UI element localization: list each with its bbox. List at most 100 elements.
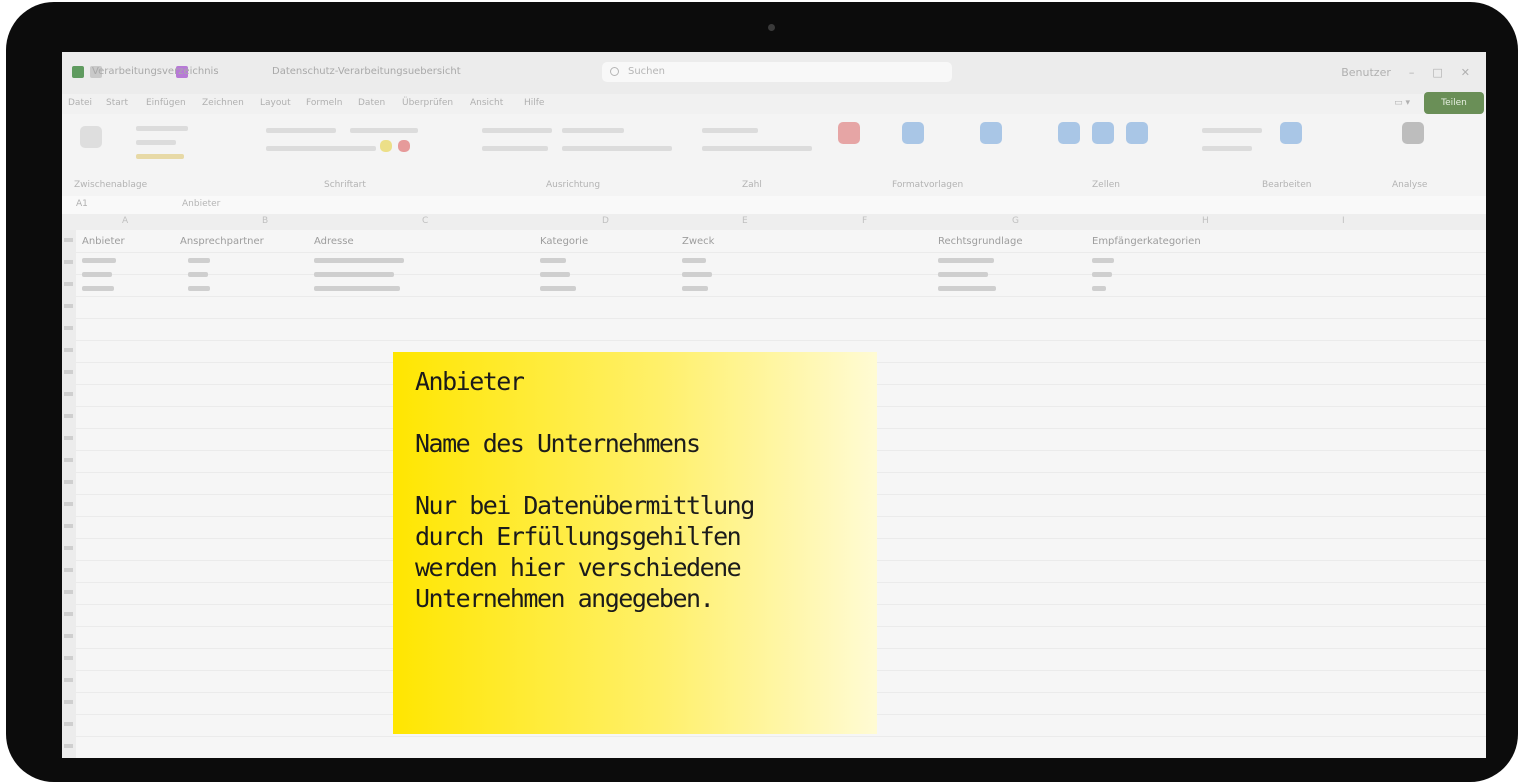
column-letter[interactable]: H bbox=[1202, 216, 1209, 226]
tab-review[interactable]: Überprüfen bbox=[402, 98, 453, 108]
ribbon: Zwischenablage Schriftart Ausrichtung Za… bbox=[62, 114, 1486, 196]
column-letter[interactable]: A bbox=[122, 216, 128, 226]
autosave-label: Verarbeitungsverzeichnis bbox=[92, 66, 219, 77]
search-box[interactable]: Suchen bbox=[602, 62, 952, 82]
column-letter[interactable]: G bbox=[1012, 216, 1019, 226]
camera-dot bbox=[768, 24, 775, 31]
window-controls: Benutzer – □ ✕ bbox=[1341, 66, 1470, 79]
ribbon-group-label: Formatvorlagen bbox=[892, 180, 964, 190]
cell-value[interactable] bbox=[540, 286, 576, 291]
note-line: durch Erfüllungsgehilfen bbox=[415, 522, 742, 551]
cell-value[interactable] bbox=[1092, 286, 1106, 291]
header-cell-purpose[interactable]: Zweck bbox=[682, 236, 714, 247]
restore-icon[interactable]: □ bbox=[1432, 66, 1442, 79]
tab-layout[interactable]: Layout bbox=[260, 98, 291, 108]
comments-icon[interactable]: ▭ ▾ bbox=[1394, 98, 1410, 108]
cell-value[interactable] bbox=[1092, 272, 1112, 277]
paste-icon[interactable] bbox=[80, 126, 102, 148]
note-line: werden hier verschiedene bbox=[415, 553, 742, 582]
tab-formulas[interactable]: Formeln bbox=[306, 98, 342, 108]
ribbon-group-label: Zwischenablage bbox=[74, 180, 148, 190]
ribbon-group-clipboard: Zwischenablage bbox=[72, 114, 192, 196]
cell-value[interactable] bbox=[682, 272, 712, 277]
cell-value[interactable] bbox=[682, 258, 706, 263]
header-cell-legal-basis[interactable]: Rechtsgrundlage bbox=[938, 236, 1023, 247]
search-icon bbox=[610, 67, 619, 76]
minimize-icon[interactable]: – bbox=[1409, 66, 1415, 79]
format-as-table-icon[interactable] bbox=[902, 122, 924, 144]
cell-value[interactable] bbox=[938, 286, 996, 291]
cell-value[interactable] bbox=[938, 272, 988, 277]
tab-data[interactable]: Daten bbox=[358, 98, 385, 108]
close-icon[interactable]: ✕ bbox=[1461, 66, 1470, 79]
header-cell-category[interactable]: Kategorie bbox=[540, 236, 588, 247]
title-bar: Verarbeitungsverzeichnis Datenschutz-Ver… bbox=[62, 52, 1486, 94]
ribbon-group-cells: Zellen bbox=[1052, 114, 1202, 196]
cell-value[interactable] bbox=[82, 286, 114, 291]
tab-help[interactable]: Hilfe bbox=[524, 98, 544, 108]
delete-cells-icon[interactable] bbox=[1092, 122, 1114, 144]
share-button[interactable]: Teilen bbox=[1424, 92, 1484, 114]
column-letter[interactable]: F bbox=[862, 216, 867, 226]
cell-value[interactable] bbox=[540, 272, 570, 277]
font-color-icon[interactable] bbox=[398, 140, 410, 152]
formula-input[interactable]: Anbieter bbox=[182, 199, 220, 209]
search-input[interactable]: Suchen bbox=[628, 66, 665, 77]
formula-bar: A1 Anbieter bbox=[62, 196, 1486, 214]
tab-draw[interactable]: Zeichnen bbox=[202, 98, 244, 108]
header-cell-provider[interactable]: Anbieter bbox=[82, 236, 125, 247]
ribbon-group-analysis: Analyse bbox=[1362, 114, 1472, 196]
column-header-row: A B C D E F G H I bbox=[62, 214, 1486, 230]
tab-file[interactable]: Datei bbox=[68, 98, 92, 108]
cell-value[interactable] bbox=[682, 286, 708, 291]
cell-value[interactable] bbox=[82, 258, 116, 263]
app-icon bbox=[72, 66, 84, 78]
header-cell-address[interactable]: Adresse bbox=[314, 236, 354, 247]
column-letter[interactable]: B bbox=[262, 216, 268, 226]
document-title: Datenschutz-Verarbeitungsuebersicht bbox=[272, 66, 461, 77]
row-number-column bbox=[62, 230, 76, 758]
note-line: Nur bei Datenübermittlung bbox=[415, 491, 755, 520]
ribbon-group-label: Zahl bbox=[742, 180, 762, 190]
ribbon-group-label: Zellen bbox=[1092, 180, 1120, 190]
header-cell-contact[interactable]: Ansprechpartner bbox=[180, 236, 264, 247]
column-letter[interactable]: I bbox=[1342, 216, 1345, 226]
ribbon-group-font: Schriftart bbox=[252, 114, 442, 196]
highlight-color-icon[interactable] bbox=[380, 140, 392, 152]
name-box[interactable]: A1 bbox=[76, 199, 88, 209]
note-line: Unternehmen angegeben. bbox=[415, 584, 715, 613]
conditional-formatting-icon[interactable] bbox=[838, 122, 860, 144]
cell-value[interactable] bbox=[188, 272, 208, 277]
column-letter[interactable]: C bbox=[422, 216, 428, 226]
tab-insert[interactable]: Einfügen bbox=[146, 98, 186, 108]
tab-view[interactable]: Ansicht bbox=[470, 98, 503, 108]
format-cells-icon[interactable] bbox=[1126, 122, 1148, 144]
cell-styles-icon[interactable] bbox=[980, 122, 1002, 144]
cell-value[interactable] bbox=[188, 286, 210, 291]
cell-value[interactable] bbox=[540, 258, 566, 263]
cell-value[interactable] bbox=[188, 258, 210, 263]
ribbon-group-label: Bearbeiten bbox=[1262, 180, 1312, 190]
ribbon-group-number: Zahl bbox=[702, 114, 832, 196]
note-title: Anbieter bbox=[415, 367, 525, 396]
analyze-data-icon[interactable] bbox=[1402, 122, 1424, 144]
cell-value[interactable] bbox=[938, 258, 994, 263]
column-letter[interactable]: E bbox=[742, 216, 748, 226]
header-cell-recipients[interactable]: Empfängerkategorien bbox=[1092, 236, 1201, 247]
ribbon-group-label: Analyse bbox=[1392, 180, 1428, 190]
cell-value[interactable] bbox=[82, 272, 112, 277]
ribbon-tabs: Datei Start Einfügen Zeichnen Layout For… bbox=[62, 92, 1486, 114]
cell-value[interactable] bbox=[314, 286, 400, 291]
column-letter[interactable]: D bbox=[602, 216, 609, 226]
sort-filter-icon[interactable] bbox=[1280, 122, 1302, 144]
note-line: Name des Unternehmens bbox=[415, 429, 701, 458]
tab-home[interactable]: Start bbox=[106, 98, 128, 108]
cell-value[interactable] bbox=[1092, 258, 1114, 263]
cell-value[interactable] bbox=[314, 272, 394, 277]
insert-cells-icon[interactable] bbox=[1058, 122, 1080, 144]
cell-value[interactable] bbox=[314, 258, 404, 263]
ribbon-group-label: Ausrichtung bbox=[546, 180, 601, 190]
annotation-note: Anbieter Name des Unternehmens Nur bei D… bbox=[393, 352, 877, 734]
ribbon-group-label: Schriftart bbox=[324, 180, 366, 190]
user-name[interactable]: Benutzer bbox=[1341, 66, 1391, 79]
